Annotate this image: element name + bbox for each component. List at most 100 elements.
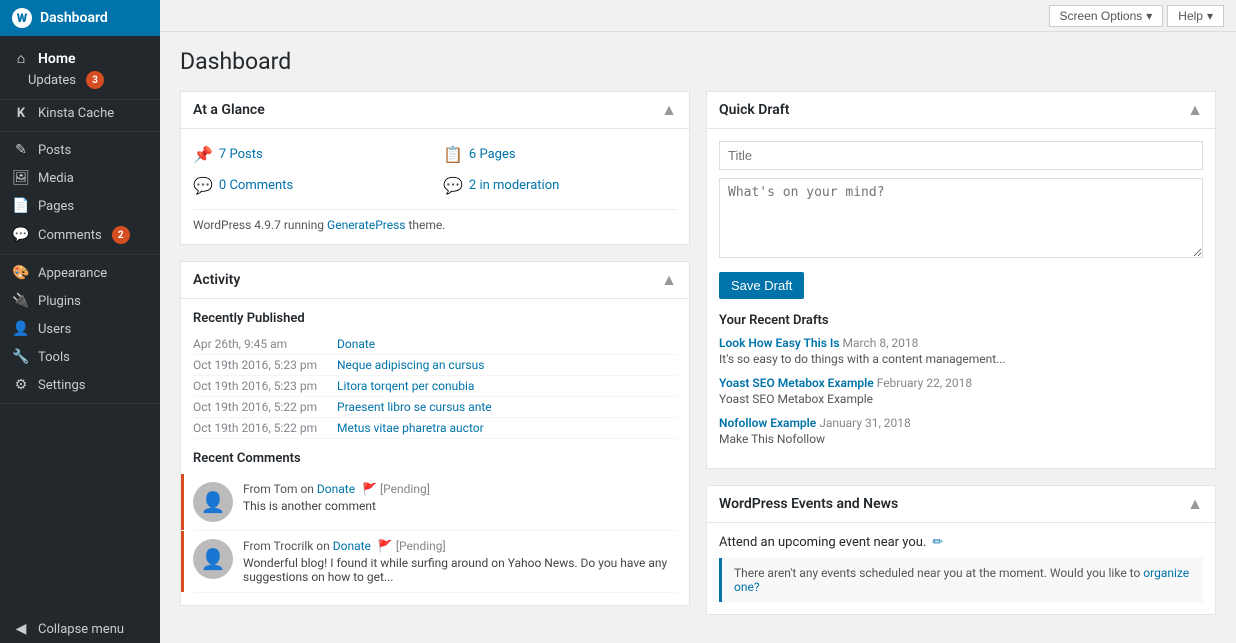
at-a-glance-widget: At a Glance ▲ 📌 7 Posts 📋 6 Pages (180, 91, 690, 245)
draft-excerpt: Yoast SEO Metabox Example (719, 392, 1203, 406)
quick-draft-title-input[interactable] (719, 141, 1203, 170)
users-icon: 👤 (12, 321, 30, 337)
wp-info-end: theme. (408, 218, 445, 232)
help-chevron-icon: ▾ (1207, 9, 1213, 23)
sidebar-item-appearance[interactable]: 🎨 Appearance (0, 259, 160, 287)
sidebar-home-label: Home (38, 51, 76, 67)
quick-draft-body: Save Draft Your Recent Drafts Look How E… (707, 129, 1215, 468)
sidebar-item-kinsta-cache[interactable]: K Kinsta Cache (0, 100, 160, 127)
activity-post-link[interactable]: Neque adipiscing an cursus (337, 358, 677, 372)
settings-icon: ⚙ (12, 377, 30, 393)
comments-icon: 💬 (12, 227, 30, 243)
draft-item: Look How Easy This Is March 8, 2018 It's… (719, 336, 1203, 366)
activity-post-link[interactable]: Metus vitae pharetra auctor (337, 421, 677, 435)
screen-options-button[interactable]: Screen Options ▾ (1049, 5, 1164, 27)
comment-meta: From Tom on Donate 🚩 [Pending] (243, 482, 677, 496)
at-a-glance-body: 📌 7 Posts 📋 6 Pages 💬 0 Comments (181, 129, 689, 244)
media-icon: 🖼 (12, 170, 30, 186)
tools-icon: 🔧 (12, 349, 30, 365)
widget-grid: At a Glance ▲ 📌 7 Posts 📋 6 Pages (180, 91, 1216, 615)
comment-meta: From Trocrilk on Donate 🚩 [Pending] (243, 539, 677, 553)
activity-header: Activity ▲ (181, 262, 689, 299)
pages-stat-link[interactable]: 6 Pages (469, 147, 516, 162)
comment-text: This is another comment (243, 499, 677, 513)
moderation-stat-link[interactable]: 2 in moderation (469, 178, 559, 193)
moderation-glance-icon: 💬 (443, 176, 463, 195)
sidebar-item-settings[interactable]: ⚙ Settings (0, 371, 160, 399)
quick-draft-toggle[interactable]: ▲ (1187, 100, 1203, 120)
posts-stat-link[interactable]: 7 Posts (219, 147, 263, 162)
draft-link[interactable]: Nofollow Example (719, 416, 816, 430)
sidebar-item-users[interactable]: 👤 Users (0, 315, 160, 343)
at-a-glance-toggle[interactable]: ▲ (661, 100, 677, 120)
draft-header: Nofollow Example January 31, 2018 (719, 416, 1203, 430)
sidebar-plugins-label: Plugins (38, 294, 81, 309)
wp-info: WordPress 4.9.7 running GeneratePress th… (193, 209, 677, 232)
activity-row: Oct 19th 2016, 5:22 pmPraesent libro se … (193, 397, 677, 418)
sidebar-item-tools[interactable]: 🔧 Tools (0, 343, 160, 371)
quick-draft-title: Quick Draft (719, 102, 789, 118)
edit-location-icon[interactable]: ✏ (932, 535, 943, 550)
help-button[interactable]: Help ▾ (1167, 5, 1224, 27)
wp-events-widget: WordPress Events and News ▲ Attend an up… (706, 485, 1216, 615)
main-content: Screen Options ▾ Help ▾ Dashboard At a G… (160, 0, 1236, 643)
sidebar-users-label: Users (38, 322, 71, 337)
sidebar-logo[interactable]: W Dashboard (0, 0, 160, 36)
sidebar-collapse-label: Collapse menu (38, 622, 124, 637)
draft-header: Look How Easy This Is March 8, 2018 (719, 336, 1203, 350)
theme-link[interactable]: GeneratePress (327, 218, 405, 232)
events-subtitle-text: Attend an upcoming event near you. (719, 535, 926, 550)
activity-body: Recently Published Apr 26th, 9:45 amDona… (181, 299, 689, 605)
quick-draft-body-textarea[interactable] (719, 178, 1203, 258)
sidebar-updates-label: Updates (28, 73, 76, 88)
topbar: Screen Options ▾ Help ▾ (160, 0, 1236, 32)
events-notice-text: There aren't any events scheduled near y… (734, 566, 1140, 580)
sidebar-item-collapse[interactable]: ◀ Collapse menu (0, 615, 160, 643)
updates-badge: 3 (86, 71, 104, 89)
draft-link[interactable]: Look How Easy This Is (719, 336, 840, 350)
activity-post-link[interactable]: Litora torqent per conubia (337, 379, 677, 393)
sidebar-media-label: Media (38, 171, 74, 186)
activity-toggle[interactable]: ▲ (661, 270, 677, 290)
help-label: Help (1178, 9, 1203, 23)
sidebar-item-updates[interactable]: Updates 3 (0, 69, 160, 95)
posts-stat: 📌 7 Posts (193, 141, 427, 168)
sidebar-comments-label: Comments (38, 228, 102, 243)
sidebar-divider-1 (0, 131, 160, 132)
comment-content: From Trocrilk on Donate 🚩 [Pending] Wond… (243, 539, 677, 584)
sidebar-appearance-label: Appearance (38, 266, 107, 281)
sidebar-item-pages[interactable]: 📄 Pages (0, 192, 160, 220)
draft-item: Yoast SEO Metabox Example February 22, 2… (719, 376, 1203, 406)
activity-date: Oct 19th 2016, 5:23 pm (193, 358, 333, 372)
events-notice: There aren't any events scheduled near y… (719, 558, 1203, 602)
pages-glance-icon: 📋 (443, 145, 463, 164)
wp-events-toggle[interactable]: ▲ (1187, 494, 1203, 514)
sidebar-item-plugins[interactable]: 🔌 Plugins (0, 287, 160, 315)
draft-link[interactable]: Yoast SEO Metabox Example (719, 376, 874, 390)
home-icon: ⌂ (12, 50, 30, 67)
activity-post-link[interactable]: Praesent libro se cursus ante (337, 400, 677, 414)
comment-post-link[interactable]: Donate (317, 482, 355, 496)
sidebar-item-posts[interactable]: ✎ Posts (0, 136, 160, 164)
activity-row: Oct 19th 2016, 5:22 pmMetus vitae pharet… (193, 418, 677, 439)
events-subtitle: Attend an upcoming event near you. ✏ (719, 535, 1203, 550)
sidebar-item-comments[interactable]: 💬 Comments 2 (0, 220, 160, 250)
comments-stat: 💬 0 Comments (193, 172, 427, 199)
activity-row: Oct 19th 2016, 5:23 pmLitora torqent per… (193, 376, 677, 397)
avatar: 👤 (193, 482, 233, 522)
save-draft-button[interactable]: Save Draft (719, 272, 804, 299)
wp-events-body: Attend an upcoming event near you. ✏ The… (707, 523, 1215, 614)
sidebar-item-media[interactable]: 🖼 Media (0, 164, 160, 192)
sidebar: W Dashboard ⌂ Home Updates 3 K Kinsta Ca… (0, 0, 160, 643)
sidebar-item-home[interactable]: ⌂ Home (0, 44, 160, 69)
activity-post-link[interactable]: Donate (337, 337, 677, 351)
sidebar-divider-2 (0, 254, 160, 255)
draft-excerpt: Make This Nofollow (719, 432, 1203, 446)
activity-title: Activity (193, 272, 240, 288)
comment-post-link[interactable]: Donate (333, 539, 371, 553)
sidebar-home-section: ⌂ Home Updates 3 (0, 36, 160, 100)
sidebar-tools-label: Tools (38, 350, 70, 365)
comments-stat-link[interactable]: 0 Comments (219, 178, 293, 193)
collapse-icon: ◀ (12, 621, 30, 637)
left-column: At a Glance ▲ 📌 7 Posts 📋 6 Pages (180, 91, 690, 615)
